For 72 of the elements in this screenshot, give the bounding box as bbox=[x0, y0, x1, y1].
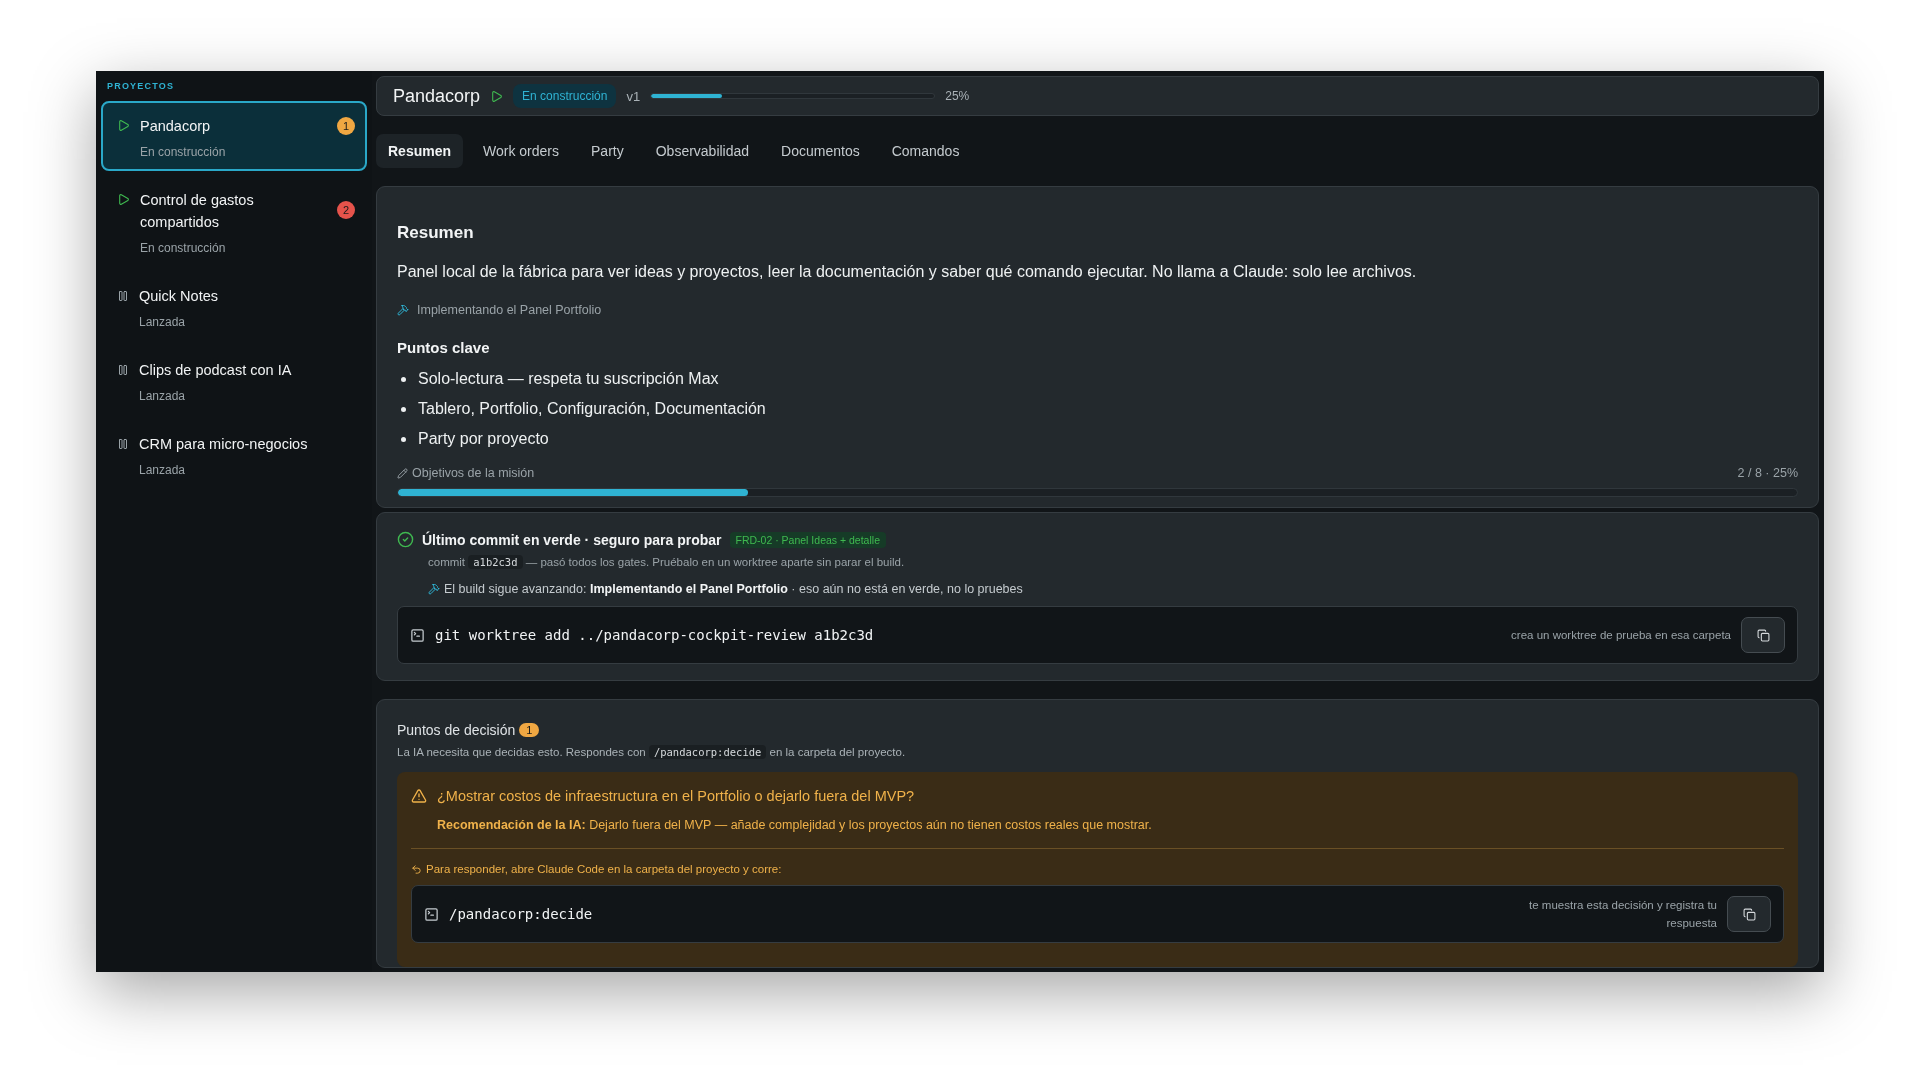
warning-icon bbox=[411, 788, 427, 804]
sidebar-heading: PROYECTOS bbox=[106, 81, 176, 93]
project-title: Quick Notes bbox=[139, 287, 219, 306]
check-circle-icon bbox=[397, 531, 414, 548]
description: Panel local de la fábrica para ver ideas y proyectos, leer la documentación y saber qué comando ejecutar. No llama a Claude: solo lee archivos. bbox=[397, 263, 1418, 281]
project-item[interactable]: Pandacorp En construcción 1 bbox=[101, 101, 367, 171]
bullet-icon bbox=[401, 436, 406, 442]
project-status: En construcción bbox=[140, 241, 227, 255]
version-label: v1 bbox=[626, 88, 641, 104]
tab[interactable]: Party bbox=[579, 134, 636, 168]
key-point: Party por proyecto bbox=[418, 429, 549, 449]
tab[interactable]: Work orders bbox=[471, 134, 571, 168]
tab[interactable]: Resumen bbox=[376, 134, 464, 168]
current-task: Implementando el Panel Portfolio bbox=[417, 303, 602, 317]
decisions-title: Puntos de decisión bbox=[397, 722, 516, 738]
objectives-count: 2 / 8 · 25% bbox=[1737, 466, 1798, 480]
key-point: Solo-lectura — respeta tu suscripción Max bbox=[418, 369, 719, 389]
decisions-intro: La IA necesita que decidas esto. Respondes con /pandacorp:decide en la carpeta del proyecto. bbox=[397, 746, 907, 758]
count-badge: 1 bbox=[337, 117, 355, 135]
project-status: Lanzada bbox=[139, 463, 187, 477]
key-points-title: Puntos clave bbox=[397, 339, 491, 356]
work-order-tag: FRD-02 · Panel Ideas + detalle bbox=[729, 531, 886, 548]
progress-percent: 25% bbox=[945, 89, 970, 103]
build-note: El build sigue avanzando: Implementando el Panel Portfolio · eso aún no está en verde, no lo pruebes bbox=[444, 582, 1023, 596]
command-text: /pandacorp:decide bbox=[449, 906, 594, 922]
commit-line: commit a1b2c3d — pasó todos los gates. Pruébalo en un worktree aparte sin parar el build. bbox=[428, 556, 906, 568]
terminal-icon bbox=[424, 906, 439, 922]
command-text: git worktree add ../pandacorp-cockpit-review a1b2c3d bbox=[435, 627, 875, 643]
hammer-icon bbox=[397, 304, 409, 316]
copy-button[interactable] bbox=[1727, 896, 1771, 932]
ai-recommendation: Recomendación de la IA: Dejarlo fuera del MVP — añade complejidad y los proyectos aún no tienen costos reales que mostrar. bbox=[437, 818, 1153, 832]
command-hint: crea un worktree de prueba en esa carpeta bbox=[1511, 628, 1731, 643]
bullet-icon bbox=[401, 406, 406, 412]
count-badge: 1 bbox=[519, 723, 540, 737]
terminal-icon bbox=[410, 627, 425, 643]
project-name: Pandacorp bbox=[393, 85, 481, 107]
tab[interactable]: Comandos bbox=[879, 134, 972, 168]
respond-hint: Para responder, abre Claude Code en la carpeta del proyecto y corre: bbox=[426, 863, 782, 875]
play-icon bbox=[117, 193, 130, 206]
project-title: Control de gastos compartidos bbox=[140, 191, 255, 232]
command-hint: te muestra esta decisión y registra tu respuesta bbox=[1528, 898, 1717, 931]
pause-icon bbox=[117, 364, 129, 376]
project-title: Clips de podcast con IA bbox=[139, 361, 293, 380]
project-item[interactable]: Clips de podcast con IA Lanzada bbox=[101, 345, 367, 415]
project-status: Lanzada bbox=[139, 389, 187, 403]
play-icon bbox=[117, 119, 130, 132]
copy-icon bbox=[1756, 628, 1770, 642]
bullet-icon bbox=[401, 376, 406, 382]
copy-icon bbox=[1742, 907, 1756, 921]
key-point: Tablero, Portfolio, Configuración, Documentación bbox=[418, 399, 766, 419]
reply-icon bbox=[411, 863, 422, 875]
project-status: Lanzada bbox=[139, 315, 187, 329]
tab[interactable]: Observabilidad bbox=[643, 134, 762, 168]
hammer-icon bbox=[428, 583, 440, 595]
section-title: Resumen bbox=[397, 223, 475, 243]
commit-title: Último commit en verde · seguro para probar bbox=[422, 531, 722, 548]
decision-question: ¿Mostrar costos de infraestructura en el Portfolio o dejarlo fuera del MVP? bbox=[437, 788, 915, 804]
project-item[interactable]: Control de gastos compartidos En construcción 2 bbox=[101, 175, 367, 267]
project-title: CRM para micro-negocios bbox=[139, 435, 309, 454]
project-title: Pandacorp bbox=[140, 117, 212, 136]
project-status: En construcción bbox=[140, 145, 227, 159]
objectives-label: Objetivos de la misión bbox=[412, 466, 535, 480]
pause-icon bbox=[117, 290, 129, 302]
project-item[interactable]: Quick Notes Lanzada bbox=[101, 271, 367, 341]
tab[interactable]: Documentos bbox=[769, 134, 872, 168]
count-badge: 2 bbox=[337, 201, 355, 219]
status-badge: En construcción bbox=[513, 84, 617, 108]
pause-icon bbox=[117, 438, 129, 450]
copy-button[interactable] bbox=[1741, 617, 1785, 653]
play-icon bbox=[490, 89, 504, 103]
pencil-icon bbox=[397, 467, 408, 479]
project-item[interactable]: CRM para micro-negocios Lanzada bbox=[101, 419, 367, 489]
